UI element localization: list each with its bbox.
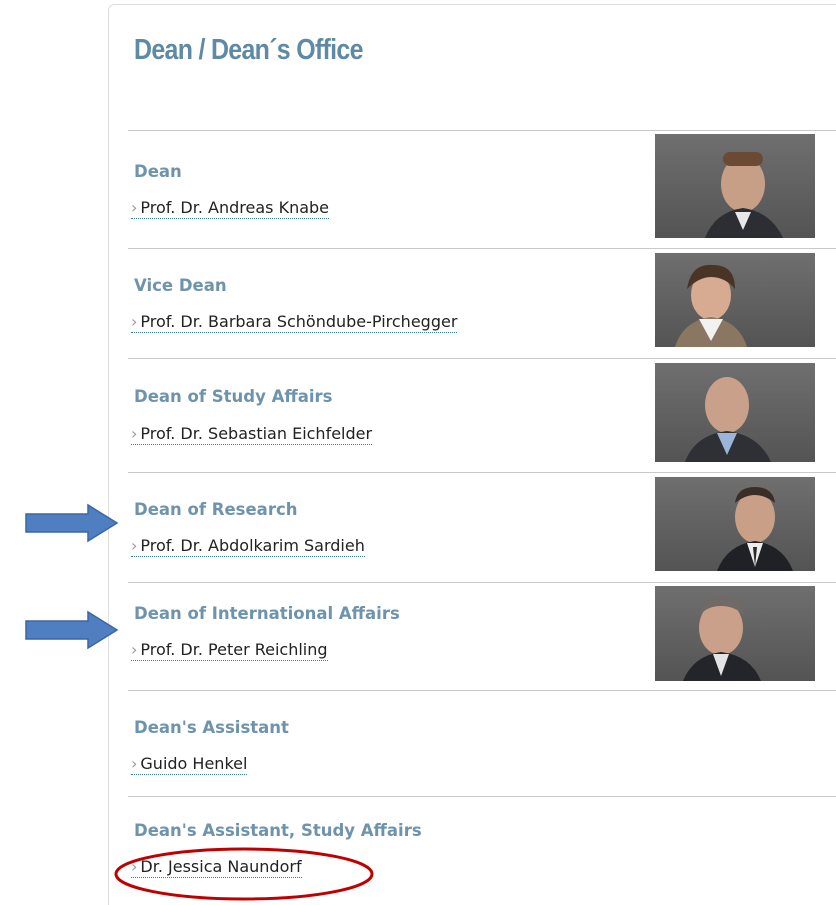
divider (128, 248, 836, 249)
annotation-arrow-icon (25, 503, 119, 543)
role-dean-of-research: Dean of Research (134, 500, 298, 519)
divider (128, 130, 836, 131)
divider (128, 582, 836, 583)
role-dean: Dean (134, 162, 182, 181)
person-link-dean-of-research[interactable]: › Prof. Dr. Abdolkarim Sardieh (131, 537, 365, 557)
role-deans-assistant-study-affairs: Dean's Assistant, Study Affairs (134, 821, 422, 840)
portrait-photo-dean-of-study-affairs (655, 363, 815, 462)
person-link-dean-of-international-affairs[interactable]: › Prof. Dr. Peter Reichling (131, 641, 328, 661)
divider (128, 690, 836, 691)
person-link-deans-assistant[interactable]: › Guido Henkel (131, 755, 248, 775)
portrait-photo-dean (655, 134, 815, 238)
person-link-vice-dean[interactable]: › Prof. Dr. Barbara Schöndube-Pirchegger (131, 313, 458, 333)
divider (128, 358, 836, 359)
portrait-photo-dean-of-research (655, 477, 815, 571)
portrait-photo-dean-of-international-affairs (655, 586, 815, 681)
person-link-dean-of-study-affairs[interactable]: › Prof. Dr. Sebastian Eichfelder (131, 425, 373, 445)
person-link-dean[interactable]: › Prof. Dr. Andreas Knabe (131, 199, 330, 219)
role-dean-of-study-affairs: Dean of Study Affairs (134, 387, 333, 406)
role-dean-of-international-affairs: Dean of International Affairs (134, 604, 400, 623)
annotation-arrow-icon (25, 610, 119, 650)
annotation-circle-icon (114, 847, 374, 901)
divider (128, 796, 836, 797)
role-vice-dean: Vice Dean (134, 276, 227, 295)
portrait-photo-vice-dean (655, 253, 815, 347)
role-deans-assistant: Dean's Assistant (134, 718, 289, 737)
divider (128, 472, 836, 473)
page-title: Dean / Dean´s Office (134, 34, 363, 66)
